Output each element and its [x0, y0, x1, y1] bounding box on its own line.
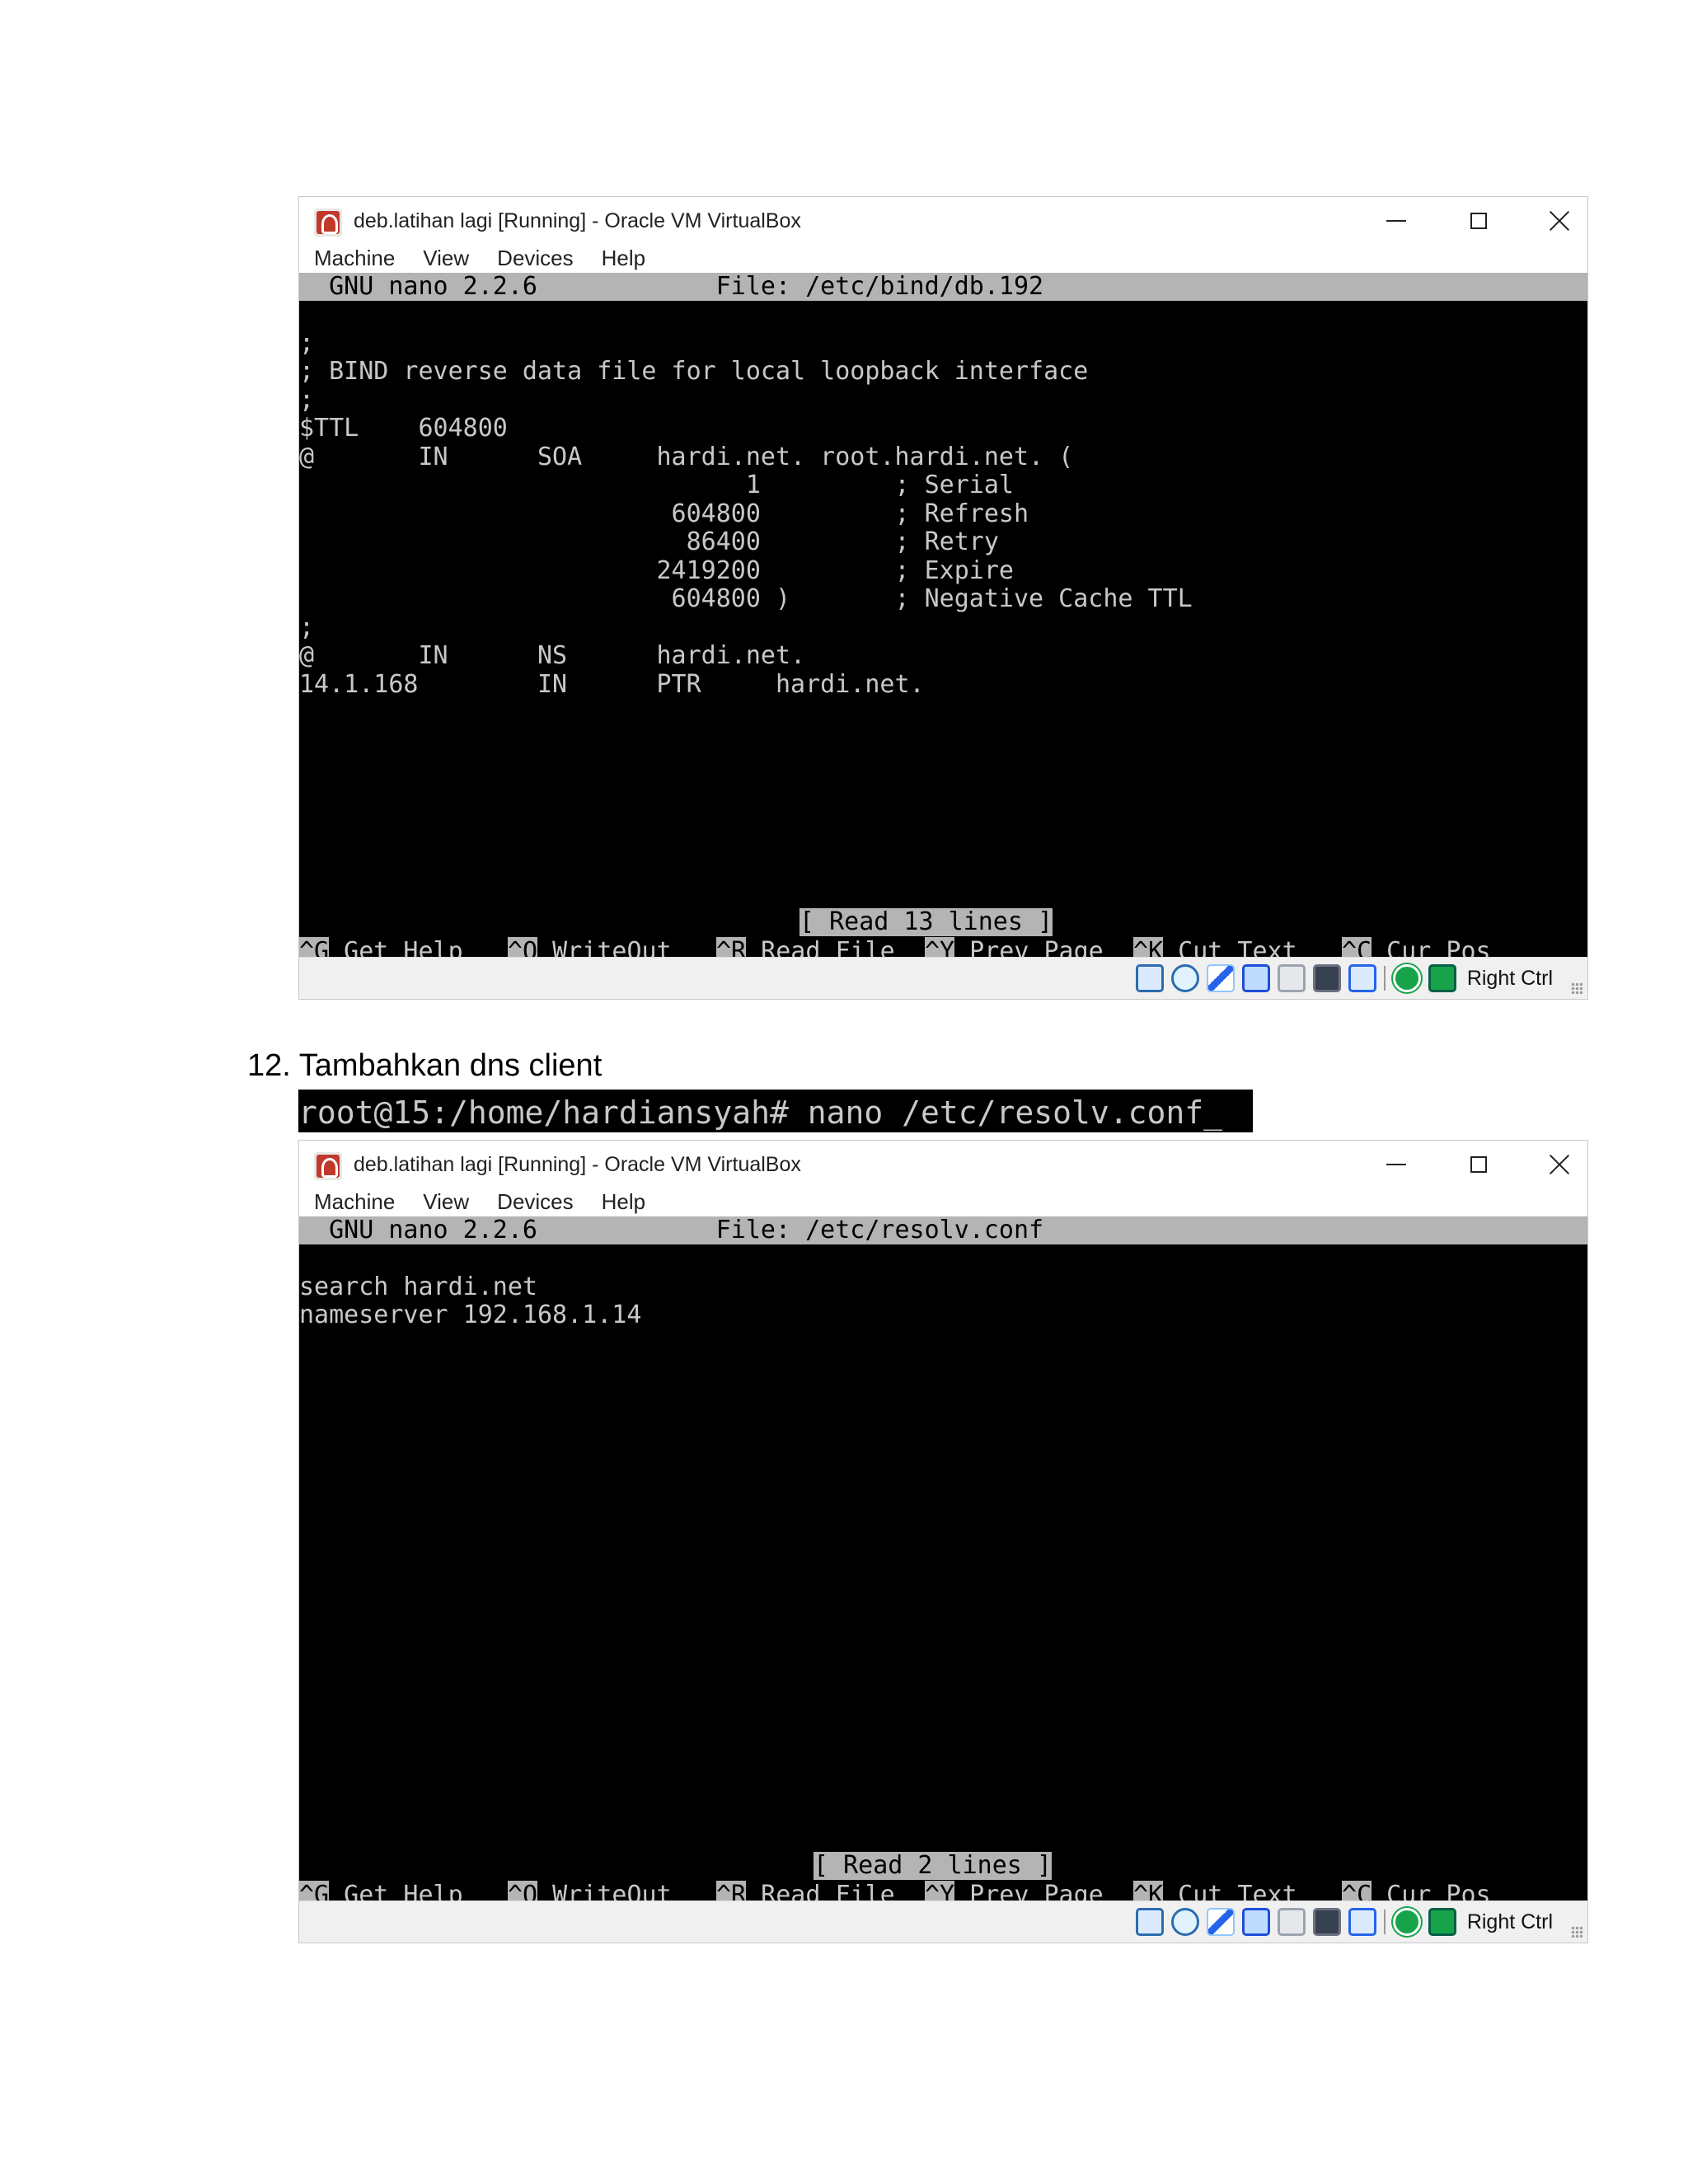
vm-status-bar: Right Ctrl: [299, 957, 1587, 999]
virtualbox-window-2: deb.latihan lagi [Running] - Oracle VM V…: [298, 1140, 1588, 1943]
menu-machine[interactable]: Machine: [314, 246, 395, 271]
close-button[interactable]: [1538, 204, 1581, 238]
usb-icon[interactable]: [1206, 1908, 1235, 1936]
maximize-icon: [1470, 1156, 1487, 1173]
editor-line: ;: [299, 612, 315, 642]
mouse-integration-icon[interactable]: [1392, 1908, 1421, 1936]
vm-screen[interactable]: GNU nano 2.2.6 File: /etc/resolv.conf se…: [299, 1216, 1587, 1938]
menu-view[interactable]: View: [423, 246, 469, 271]
minimize-icon: [1386, 220, 1406, 222]
vm-screen[interactable]: GNU nano 2.2.6 File: /etc/bind/db.192 ;;…: [299, 273, 1587, 995]
minimize-icon: [1386, 1164, 1406, 1165]
menu-view[interactable]: View: [423, 1189, 469, 1215]
editor-line: ;: [299, 385, 315, 415]
window-title: deb.latihan lagi [Running] - Oracle VM V…: [354, 1153, 801, 1176]
editor-line: search hardi.net: [299, 1272, 537, 1301]
nano-editor-text[interactable]: ;; BIND reverse data file for local loop…: [299, 301, 1587, 699]
keyboard-capture-icon[interactable]: [1428, 1908, 1456, 1936]
hard-disk-icon[interactable]: [1135, 964, 1164, 992]
display-icon[interactable]: [1312, 964, 1341, 992]
editor-line: 2419200 ; Expire: [299, 555, 1014, 585]
optical-drive-icon[interactable]: [1170, 964, 1199, 992]
status-separator: [1383, 1910, 1386, 1934]
editor-line: 604800 ) ; Negative Cache TTL: [299, 584, 1193, 613]
menu-devices[interactable]: Devices: [497, 1189, 573, 1215]
maximize-button[interactable]: [1457, 1147, 1500, 1182]
editor-line: nameserver 192.168.1.14: [299, 1301, 642, 1329]
menu-help[interactable]: Help: [602, 246, 645, 271]
mouse-integration-icon[interactable]: [1392, 964, 1421, 992]
resize-grip-icon[interactable]: [1571, 1926, 1582, 1938]
editor-line: 86400 ; Retry: [299, 527, 999, 556]
host-key-label: Right Ctrl: [1466, 1910, 1553, 1933]
editor-line: 1 ; Serial: [299, 471, 1014, 499]
virtualbox-app-icon: [314, 1152, 342, 1180]
editor-line: $TTL 604800: [299, 414, 508, 443]
maximize-button[interactable]: [1457, 204, 1500, 238]
menu-machine[interactable]: Machine: [314, 1189, 395, 1215]
menu-help[interactable]: Help: [602, 1189, 645, 1215]
shared-folder-icon[interactable]: [1277, 1908, 1306, 1936]
close-icon: [1549, 210, 1570, 232]
maximize-icon: [1470, 213, 1487, 229]
shared-folder-icon[interactable]: [1277, 964, 1306, 992]
editor-line: ; BIND reverse data file for local loopb…: [299, 357, 1089, 386]
title-bar[interactable]: deb.latihan lagi [Running] - Oracle VM V…: [299, 197, 1587, 243]
editor-line: @ IN NS hardi.net.: [299, 641, 806, 670]
nano-title-bar: GNU nano 2.2.6 File: /etc/resolv.conf: [299, 1216, 1587, 1244]
vm-status-bar: Right Ctrl: [299, 1900, 1587, 1943]
step-heading: 12. Tambahkan dns client: [247, 1048, 603, 1083]
display-icon[interactable]: [1312, 1908, 1341, 1936]
nano-title-bar: GNU nano 2.2.6 File: /etc/bind/db.192: [299, 273, 1587, 301]
menu-bar: Machine View Devices Help: [299, 1187, 1587, 1216]
close-button[interactable]: [1538, 1147, 1581, 1182]
minimize-button[interactable]: [1375, 1147, 1418, 1182]
video-capture-icon[interactable]: [1348, 964, 1376, 992]
virtualbox-window-1: deb.latihan lagi [Running] - Oracle VM V…: [298, 196, 1588, 1000]
optical-drive-icon[interactable]: [1170, 1908, 1199, 1936]
terminal-command: root@15:/home/hardiansyah# nano /etc/res…: [298, 1090, 1253, 1132]
virtualbox-app-icon: [314, 209, 342, 237]
status-separator: [1383, 966, 1386, 991]
close-icon: [1549, 1154, 1570, 1175]
nano-status-message: [ Read 2 lines ]: [814, 1851, 1052, 1880]
keyboard-capture-icon[interactable]: [1428, 964, 1456, 992]
video-capture-icon[interactable]: [1348, 1908, 1376, 1936]
editor-line: 14.1.168 IN PTR hardi.net.: [299, 669, 925, 699]
window-title: deb.latihan lagi [Running] - Oracle VM V…: [354, 209, 801, 232]
host-key-label: Right Ctrl: [1466, 966, 1553, 990]
nano-status-message: [ Read 13 lines ]: [799, 907, 1053, 936]
menu-devices[interactable]: Devices: [497, 246, 573, 271]
nano-editor-text[interactable]: search hardi.net nameserver 192.168.1.14: [299, 1244, 1587, 1330]
usb-icon[interactable]: [1206, 964, 1235, 992]
editor-line: 604800 ; Refresh: [299, 499, 1029, 528]
hard-disk-icon[interactable]: [1135, 1908, 1164, 1936]
editor-line: ;: [299, 328, 315, 358]
minimize-button[interactable]: [1375, 204, 1418, 238]
network-icon[interactable]: [1241, 964, 1270, 992]
resize-grip-icon[interactable]: [1571, 982, 1582, 994]
network-icon[interactable]: [1241, 1908, 1270, 1936]
menu-bar: Machine View Devices Help: [299, 243, 1587, 273]
title-bar[interactable]: deb.latihan lagi [Running] - Oracle VM V…: [299, 1141, 1587, 1187]
editor-line: @ IN SOA hardi.net. root.hardi.net. (: [299, 442, 1074, 471]
